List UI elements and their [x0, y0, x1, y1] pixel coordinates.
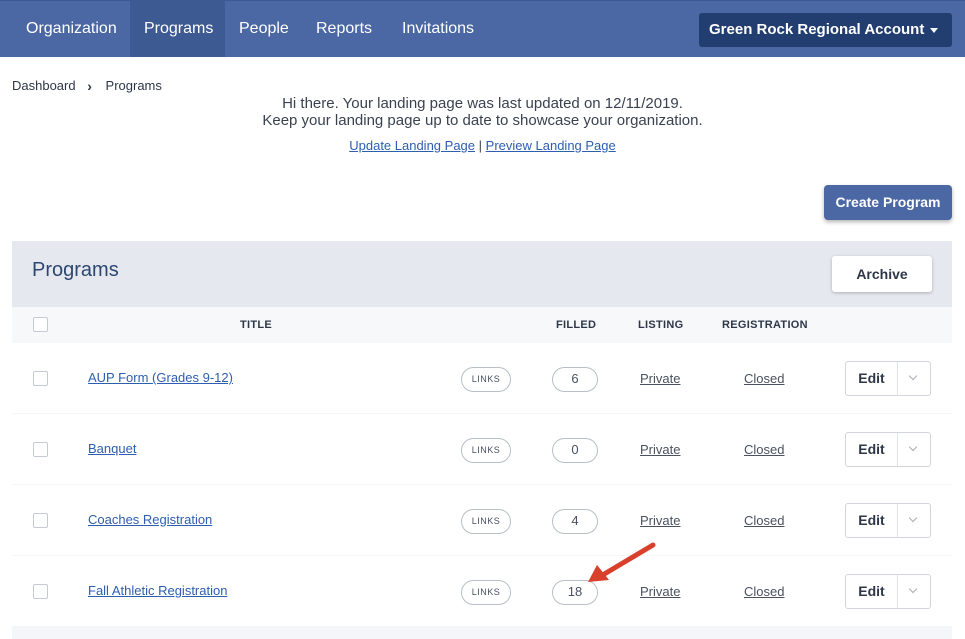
listing-link[interactable]: Private	[640, 513, 680, 528]
program-title-link[interactable]: AUP Form (Grades 9-12)	[88, 370, 233, 385]
landing-page-notice: Hi there. Your landing page was last upd…	[0, 95, 965, 129]
edit-button-group: Edit	[845, 503, 931, 538]
row-checkbox[interactable]	[33, 584, 48, 599]
chevron-down-icon[interactable]	[898, 575, 930, 608]
filled-count: 0	[552, 438, 598, 463]
registration-link[interactable]: Closed	[744, 584, 784, 599]
annotation-arrow-icon	[588, 542, 656, 582]
row-checkbox[interactable]	[33, 371, 48, 386]
column-filled: FILLED	[556, 319, 597, 331]
nav-organization[interactable]: Organization	[26, 1, 117, 57]
program-title-link[interactable]: Banquet	[88, 441, 136, 456]
links-button[interactable]: LINKS	[461, 580, 511, 605]
select-all-checkbox[interactable]	[33, 317, 48, 332]
listing-link[interactable]: Private	[640, 371, 680, 386]
row-checkbox[interactable]	[33, 442, 48, 457]
create-program-button[interactable]: Create Program	[824, 185, 952, 220]
caret-down-icon	[930, 28, 938, 33]
table-row: Fall Athletic Registration LINKS 18 Priv…	[12, 556, 952, 626]
edit-button[interactable]: Edit	[846, 575, 898, 608]
filled-count: 6	[552, 367, 598, 392]
edit-button-group: Edit	[845, 361, 931, 396]
breadcrumb-programs: Programs	[105, 78, 162, 94]
links-button[interactable]: LINKS	[461, 438, 511, 463]
chevron-down-icon[interactable]	[898, 433, 930, 466]
program-title-link[interactable]: Fall Athletic Registration	[88, 583, 227, 598]
column-listing: LISTING	[638, 319, 684, 331]
registration-link[interactable]: Closed	[744, 442, 784, 457]
links-button[interactable]: LINKS	[461, 509, 511, 534]
nav-invitations[interactable]: Invitations	[402, 1, 474, 57]
column-title: TITLE	[240, 319, 273, 331]
listing-link[interactable]: Private	[640, 442, 680, 457]
notice-line-2: Keep your landing page up to date to sho…	[262, 112, 703, 129]
edit-button-group: Edit	[845, 432, 931, 467]
breadcrumb: Dashboard › Programs	[12, 77, 162, 94]
notice-links: Update Landing Page | Preview Landing Pa…	[0, 138, 965, 153]
registration-link[interactable]: Closed	[744, 371, 784, 386]
program-title-link[interactable]: Coaches Registration	[88, 512, 212, 527]
edit-button-group: Edit	[845, 574, 931, 609]
nav-programs[interactable]: Programs	[130, 1, 225, 57]
account-dropdown[interactable]: Green Rock Regional Account	[699, 13, 952, 47]
chevron-down-icon[interactable]	[898, 362, 930, 395]
edit-button[interactable]: Edit	[846, 504, 898, 537]
programs-title: Programs	[32, 259, 119, 281]
table-header: TITLE FILLED LISTING REGISTRATION	[12, 307, 952, 343]
breadcrumb-dashboard[interactable]: Dashboard	[12, 78, 76, 93]
table-row: Coaches Registration LINKS 4 Private Clo…	[12, 485, 952, 555]
nav-people[interactable]: People	[239, 1, 289, 57]
update-landing-page-link[interactable]: Update Landing Page	[349, 138, 475, 153]
links-button[interactable]: LINKS	[461, 367, 511, 392]
edit-button[interactable]: Edit	[846, 362, 898, 395]
column-registration: REGISTRATION	[722, 319, 808, 331]
top-nav: Organization Programs People Reports Inv…	[0, 0, 965, 57]
registration-link[interactable]: Closed	[744, 513, 784, 528]
table-row: AUP Form (Grades 9-12) LINKS 6 Private C…	[12, 343, 952, 413]
programs-panel: Programs Archive TITLE FILLED LISTING RE…	[12, 241, 952, 639]
chevron-right-icon: ›	[87, 77, 92, 94]
link-separator: |	[478, 138, 483, 153]
nav-reports[interactable]: Reports	[316, 1, 372, 57]
filled-count: 4	[552, 509, 598, 534]
preview-landing-page-link[interactable]: Preview Landing Page	[486, 138, 616, 153]
row-checkbox[interactable]	[33, 513, 48, 528]
chevron-down-icon[interactable]	[898, 504, 930, 537]
table-row: Banquet LINKS 0 Private Closed Edit	[12, 414, 952, 484]
notice-line-1: Hi there. Your landing page was last upd…	[282, 95, 683, 112]
edit-button[interactable]: Edit	[846, 433, 898, 466]
programs-header: Programs Archive	[12, 241, 952, 307]
archive-button[interactable]: Archive	[832, 256, 932, 292]
account-name: Green Rock Regional Account	[709, 21, 925, 38]
